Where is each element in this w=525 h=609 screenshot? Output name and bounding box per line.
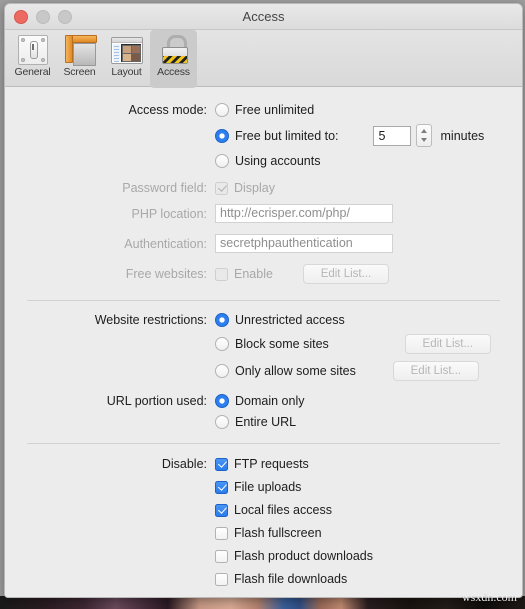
general-panel-icon — [17, 34, 49, 65]
radio-unrestricted-access[interactable] — [215, 313, 229, 327]
minutes-stepper[interactable] — [415, 124, 432, 147]
block-sites-edit-list-button[interactable]: Edit List... — [404, 334, 491, 354]
section-divider-1 — [27, 300, 500, 301]
tab-access-label: Access — [157, 66, 190, 78]
website-restrictions-row-1: Website restrictions: Unrestricted acces… — [5, 313, 522, 327]
checkbox-ftp-requests[interactable] — [215, 457, 228, 471]
disable-row-6: Flash file downloads — [5, 572, 522, 586]
disable-row-2: File uploads — [5, 480, 522, 494]
minutes-unit-label: minutes — [440, 128, 485, 143]
minutes-input[interactable]: 5 — [372, 125, 411, 146]
radio-entire-url-label: Entire URL — [235, 415, 297, 429]
website-restrictions-row-3: Only allow some sites Edit List... — [5, 361, 522, 381]
php-location-label: PHP location: — [131, 206, 207, 221]
access-mode-row-1: Access mode: Free unlimited — [5, 103, 522, 117]
radio-only-allow-some-sites[interactable] — [215, 364, 229, 378]
window-title: Access — [242, 9, 285, 24]
radio-free-but-limited-label: Free but limited to: — [235, 128, 339, 143]
radio-using-accounts[interactable] — [215, 154, 229, 168]
radio-using-accounts-label: Using accounts — [235, 154, 321, 168]
section-divider-2 — [27, 443, 500, 444]
disable-row-1: Disable: FTP requests — [5, 457, 522, 471]
tab-general-label: General — [14, 66, 51, 78]
display-password-checkbox[interactable] — [215, 181, 228, 195]
access-mode-row-3: Using accounts — [5, 154, 522, 168]
allow-sites-edit-list-button[interactable]: Edit List... — [392, 361, 479, 381]
tab-access[interactable]: Access — [150, 30, 197, 88]
checkbox-file-uploads-label: File uploads — [234, 480, 302, 494]
checkbox-flash-fullscreen-label: Flash fullscreen — [234, 526, 322, 540]
checkbox-ftp-requests-label: FTP requests — [234, 457, 309, 471]
url-portion-row-1: URL portion used: Domain only — [5, 394, 522, 408]
free-websites-label: Free websites: — [125, 267, 207, 281]
password-field-label: Password field: — [122, 181, 207, 195]
radio-free-unlimited-label: Free unlimited — [235, 103, 315, 117]
checkbox-flash-fullscreen[interactable] — [215, 526, 228, 540]
tab-layout-label: Layout — [111, 66, 142, 78]
checkbox-flash-product-downloads-label: Flash product downloads — [234, 549, 373, 563]
tab-layout[interactable]: Layout — [103, 30, 150, 88]
ruler-screen-icon — [64, 34, 97, 66]
disable-row-5: Flash product downloads — [5, 549, 522, 563]
php-location-row: PHP location: http://ecrisper.com/php/ — [5, 204, 522, 223]
free-websites-edit-list-button[interactable]: Edit List... — [302, 264, 389, 284]
radio-domain-only-label: Domain only — [235, 394, 305, 408]
radio-unrestricted-access-label: Unrestricted access — [235, 313, 345, 327]
checkbox-flash-product-downloads[interactable] — [215, 549, 228, 563]
disable-row-4: Flash fullscreen — [5, 526, 522, 540]
checkbox-local-files-access-label: Local files access — [234, 503, 332, 517]
access-preferences-window: Access General Screen Layout Access Acce… — [4, 3, 523, 598]
free-websites-enable-label: Enable — [234, 267, 273, 281]
disable-row-3: Local files access — [5, 503, 522, 517]
radio-domain-only[interactable] — [215, 394, 229, 408]
url-portion-row-2: Entire URL — [5, 415, 522, 429]
checkbox-local-files-access[interactable] — [215, 503, 228, 517]
access-mode-label: Access mode: — [128, 103, 207, 117]
settings-pane: Access mode: Free unlimited Free but lim… — [5, 103, 522, 597]
radio-only-allow-some-sites-label: Only allow some sites — [235, 364, 356, 378]
password-field-row: Password field: Display — [5, 181, 522, 195]
free-websites-row: Free websites: Enable Edit List... — [5, 264, 522, 284]
authentication-label: Authentication: — [124, 236, 207, 251]
title-bar: Access — [5, 4, 522, 30]
website-restrictions-row-2: Block some sites Edit List... — [5, 334, 522, 354]
display-password-label: Display — [234, 181, 275, 195]
tab-screen[interactable]: Screen — [56, 30, 103, 88]
tab-screen-label: Screen — [63, 66, 96, 78]
url-portion-label: URL portion used: — [106, 394, 207, 408]
watermark: wsxdn.com — [462, 590, 517, 604]
checkbox-file-uploads[interactable] — [215, 480, 228, 494]
checkbox-flash-file-downloads-label: Flash file downloads — [234, 572, 348, 586]
checkbox-flash-file-downloads[interactable] — [215, 572, 228, 586]
access-mode-row-2: Free but limited to: 5 minutes — [5, 124, 522, 147]
window-layout-icon — [110, 34, 143, 64]
padlock-icon — [158, 34, 190, 64]
website-restrictions-label: Website restrictions: — [94, 313, 207, 327]
authentication-input[interactable]: secretphpauthentication — [215, 234, 393, 253]
radio-block-some-sites[interactable] — [215, 337, 229, 351]
authentication-row: Authentication: secretphpauthentication — [5, 234, 522, 253]
tab-general[interactable]: General — [9, 30, 56, 88]
radio-block-some-sites-label: Block some sites — [235, 337, 329, 351]
toolbar: General Screen Layout Access — [5, 30, 522, 88]
php-location-input[interactable]: http://ecrisper.com/php/ — [215, 204, 393, 223]
free-websites-enable-checkbox[interactable] — [215, 267, 228, 281]
radio-free-unlimited[interactable] — [215, 103, 229, 117]
disable-label: Disable: — [161, 457, 207, 471]
radio-free-but-limited[interactable] — [215, 128, 229, 143]
radio-entire-url[interactable] — [215, 415, 229, 429]
